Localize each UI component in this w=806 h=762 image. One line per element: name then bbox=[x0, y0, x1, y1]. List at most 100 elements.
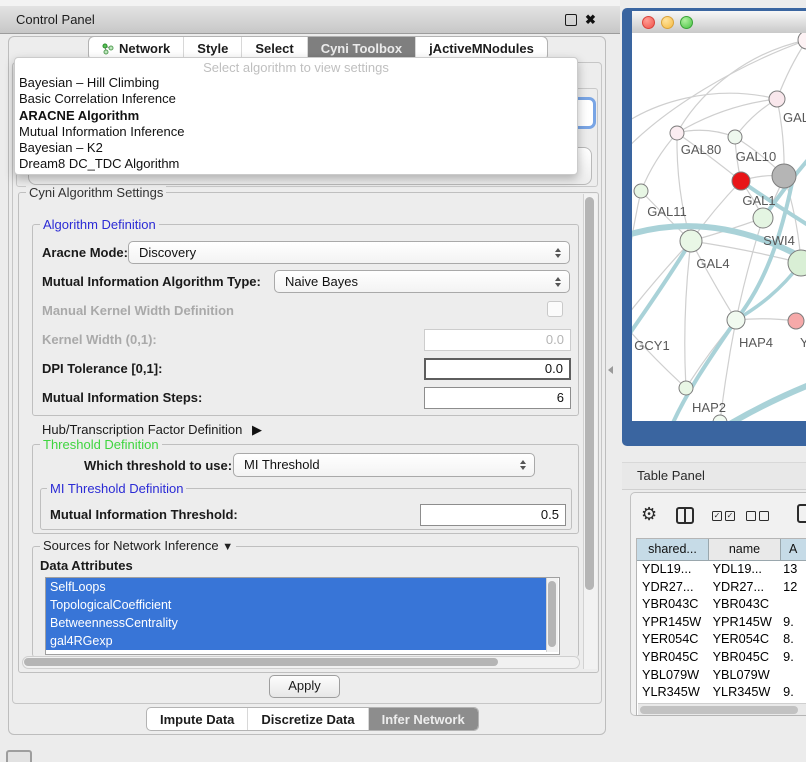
network-node[interactable] bbox=[772, 164, 796, 188]
table-cell[interactable]: YLR345W bbox=[708, 684, 779, 702]
attribute-list-item[interactable]: TopologicalCoefficient bbox=[46, 596, 547, 614]
attribute-list-item[interactable]: BetweennessCentrality bbox=[46, 614, 547, 632]
dropdown-item[interactable]: Dream8 DC_TDC Algorithm bbox=[19, 156, 569, 173]
network-node[interactable] bbox=[634, 184, 648, 198]
network-node[interactable] bbox=[728, 130, 742, 144]
deselect-all-box-icon[interactable] bbox=[746, 511, 756, 521]
settings-hscrollbar-thumb[interactable] bbox=[24, 658, 498, 666]
network-window-titlebar[interactable] bbox=[632, 11, 806, 34]
table-cell[interactable]: 13 bbox=[778, 561, 806, 579]
mi-type-combo[interactable]: Naive Bayes bbox=[274, 270, 570, 293]
close-icon[interactable]: ✖ bbox=[585, 6, 596, 33]
table-row[interactable]: YDR27...YDR27...12 bbox=[637, 579, 806, 597]
table-cell[interactable]: 9. bbox=[778, 614, 806, 632]
kernel-width-field[interactable]: 0.0 bbox=[424, 329, 571, 351]
table-panel-titlebar[interactable]: Table Panel bbox=[622, 462, 806, 490]
network-node[interactable] bbox=[769, 91, 785, 107]
attr-list-scrollbar-thumb[interactable] bbox=[548, 581, 556, 647]
table-cell[interactable]: YBR045C bbox=[708, 649, 779, 667]
bottom-left-palette-button[interactable] bbox=[6, 750, 32, 762]
aracne-mode-combo[interactable]: Discovery bbox=[128, 241, 570, 264]
network-node[interactable] bbox=[798, 33, 806, 49]
network-node[interactable] bbox=[753, 208, 773, 228]
sources-toggle[interactable]: Sources for Network Inference ▼ bbox=[40, 538, 236, 553]
table-row[interactable]: YLR345WYLR345W9. bbox=[637, 684, 806, 702]
dropdown-item[interactable]: Basic Correlation Inference bbox=[19, 91, 569, 108]
close-traffic-light[interactable] bbox=[642, 16, 655, 29]
table-cell[interactable]: YBR043C bbox=[708, 596, 779, 614]
spinner-arrows-icon bbox=[555, 277, 561, 287]
float-window-icon[interactable] bbox=[565, 14, 577, 26]
data-attributes-list: SelfLoopsTopologicalCoefficientBetweenne… bbox=[45, 577, 560, 655]
network-node[interactable] bbox=[727, 311, 745, 329]
table-cell[interactable]: YBL079W bbox=[708, 667, 779, 685]
column-header-third[interactable]: A bbox=[781, 539, 806, 561]
table-cell[interactable]: YER054C bbox=[637, 631, 708, 649]
table-cell[interactable]: YBR045C bbox=[637, 649, 708, 667]
table-cell[interactable]: YDL19... bbox=[637, 561, 708, 579]
deselect-all-box-icon[interactable] bbox=[759, 511, 769, 521]
table-cell[interactable]: YPR145W bbox=[708, 614, 779, 632]
table-cell[interactable]: YPR145W bbox=[637, 614, 708, 632]
table-row[interactable]: YDL19...YDL19...13 bbox=[637, 561, 806, 579]
new-table-icon[interactable] bbox=[797, 504, 806, 523]
network-node[interactable] bbox=[713, 415, 727, 421]
which-threshold-combo[interactable]: MI Threshold bbox=[233, 453, 535, 477]
network-node[interactable] bbox=[680, 230, 702, 252]
network-node[interactable] bbox=[679, 381, 693, 395]
control-panel-titlebar[interactable]: Control Panel ✖ bbox=[0, 6, 620, 34]
table-hscrollbar-track[interactable] bbox=[638, 703, 806, 715]
table-row[interactable]: YPR145WYPR145W9. bbox=[637, 614, 806, 632]
hub-definition-toggle[interactable]: Hub/Transcription Factor Definition ▶ bbox=[42, 422, 262, 438]
table-row[interactable]: YBL079WYBL079W bbox=[637, 667, 806, 685]
table-cell[interactable]: YBL079W bbox=[637, 667, 708, 685]
column-header-name[interactable]: name bbox=[709, 539, 781, 561]
tab-discretize-data[interactable]: Discretize Data bbox=[247, 708, 367, 730]
select-all-check-icon[interactable]: ✓ bbox=[725, 511, 735, 521]
dropdown-item[interactable]: Bayesian – Hill Climbing bbox=[19, 75, 569, 92]
gear-icon[interactable]: ⚙ bbox=[641, 503, 657, 525]
table-cell[interactable]: 9. bbox=[778, 649, 806, 667]
table-hscrollbar-thumb[interactable] bbox=[640, 706, 798, 714]
attribute-list-item[interactable]: gal4RGexp bbox=[46, 632, 547, 650]
columns-icon[interactable] bbox=[676, 507, 694, 524]
select-all-check-icon[interactable]: ✓ bbox=[712, 511, 722, 521]
table-row[interactable]: YER054CYER054C8. bbox=[637, 631, 806, 649]
dpi-tolerance-field[interactable]: 0.0 bbox=[424, 358, 571, 380]
tab-impute-data[interactable]: Impute Data bbox=[147, 708, 247, 730]
dropdown-item-selected[interactable]: ARACNE Algorithm bbox=[19, 108, 569, 125]
table-cell[interactable]: YDR27... bbox=[708, 579, 779, 597]
table-cell[interactable]: 8. bbox=[778, 631, 806, 649]
mi-steps-field[interactable]: 6 bbox=[424, 387, 571, 409]
network-node[interactable] bbox=[788, 313, 804, 329]
dropdown-item[interactable]: Bayesian – K2 bbox=[19, 140, 569, 157]
attribute-list-item[interactable]: SelfLoops bbox=[46, 578, 547, 596]
node-label: HAP2 bbox=[692, 400, 726, 415]
network-edge bbox=[685, 241, 691, 388]
column-header-shared-name[interactable]: shared... bbox=[637, 539, 709, 561]
table-cell[interactable]: 9. bbox=[778, 684, 806, 702]
table-cell[interactable]: YER054C bbox=[708, 631, 779, 649]
table-row[interactable]: YBR043CYBR043C bbox=[637, 596, 806, 614]
zoom-traffic-light[interactable] bbox=[680, 16, 693, 29]
table-cell[interactable]: YBR043C bbox=[637, 596, 708, 614]
table-row[interactable]: YBR045CYBR045C9. bbox=[637, 649, 806, 667]
minimize-traffic-light[interactable] bbox=[661, 16, 674, 29]
apply-button[interactable]: Apply bbox=[269, 675, 340, 698]
table-cell[interactable]: YDR27... bbox=[637, 579, 708, 597]
tab-infer-network[interactable]: Infer Network bbox=[368, 708, 478, 730]
network-node[interactable] bbox=[732, 172, 750, 190]
table-cell[interactable]: 12 bbox=[778, 579, 806, 597]
network-view-canvas[interactable]: GALGAL80GAL10GAL1GAL11SWI4GAL4HAP4YGCY1H… bbox=[632, 33, 806, 421]
mi-threshold-field[interactable]: 0.5 bbox=[420, 504, 566, 526]
table-cell[interactable] bbox=[778, 667, 806, 685]
settings-scrollbar-thumb[interactable] bbox=[585, 197, 594, 590]
collapse-arrow-icon: ▼ bbox=[222, 541, 233, 553]
dropdown-item[interactable]: Mutual Information Inference bbox=[19, 124, 569, 141]
panel-splitter-handle-icon[interactable] bbox=[608, 366, 613, 374]
table-cell[interactable]: YDL19... bbox=[708, 561, 779, 579]
table-cell[interactable] bbox=[778, 596, 806, 614]
table-cell[interactable]: YLR345W bbox=[637, 684, 708, 702]
manual-kernel-checkbox[interactable] bbox=[547, 301, 563, 317]
network-node[interactable] bbox=[670, 126, 684, 140]
